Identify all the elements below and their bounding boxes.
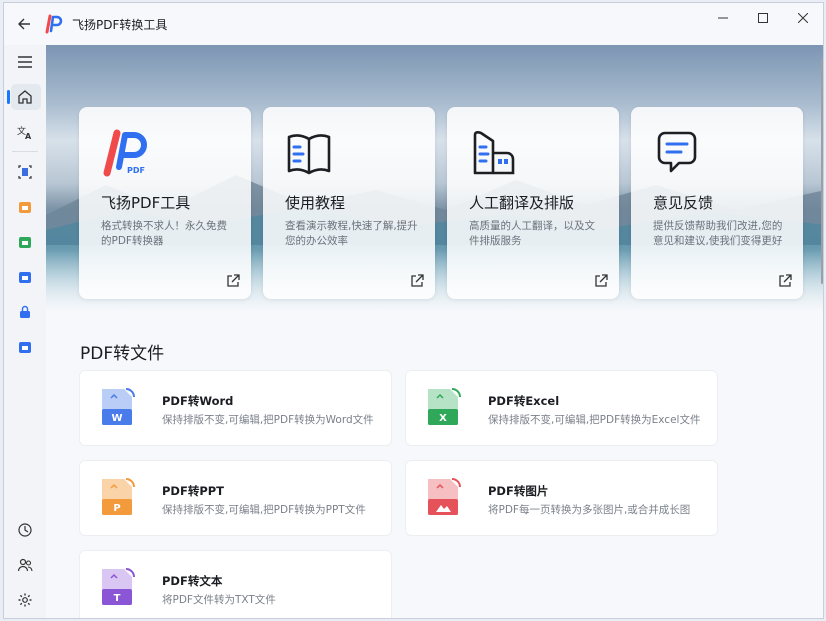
maximize-icon xyxy=(758,13,768,23)
menu-button[interactable] xyxy=(4,47,46,77)
excel-file-icon: X xyxy=(428,388,461,425)
external-link-icon[interactable] xyxy=(225,273,241,289)
card-description: 查看演示教程,快速了解,提升您的办公效率 xyxy=(285,220,418,247)
sidebar-item-tool-orange[interactable] xyxy=(4,192,46,222)
back-button[interactable] xyxy=(4,3,44,45)
translation-service-icon xyxy=(473,131,515,175)
tool-pdf-to-image[interactable]: PDF转图片 将PDF每一页转换为多张图片,或合并成长图 xyxy=(405,460,718,536)
tool-pdf-to-text[interactable]: T PDF转文本 将PDF文件转为TXT文件 xyxy=(79,550,392,618)
sidebar-item-translate[interactable]: 文A xyxy=(4,117,46,147)
card-feiyang-pdf[interactable]: PDF 飞扬PDF工具 格式转换不求人！永久免费的PDF转换器 xyxy=(79,107,251,299)
word-file-icon: W xyxy=(102,388,135,425)
tool-description: 保持排版不变,可编辑,把PDF转换为Excel文件 xyxy=(488,414,701,426)
card-title: 使用教程 xyxy=(285,194,346,212)
tool-name: PDF转文本 xyxy=(162,574,223,588)
blue-folder-icon xyxy=(19,272,31,283)
tool-icon-letter: P xyxy=(113,503,120,514)
tool-description: 将PDF文件转为TXT文件 xyxy=(162,594,276,606)
minimize-icon xyxy=(718,17,728,19)
tool-description: 保持排版不变,可编辑,把PDF转换为Word文件 xyxy=(162,414,374,426)
sidebar-item-history[interactable] xyxy=(4,515,46,545)
section-title: PDF转文件 xyxy=(80,344,165,364)
card-title: 人工翻译及排版 xyxy=(469,194,575,212)
sidebar-item-scan[interactable] xyxy=(4,157,46,187)
svg-text:A: A xyxy=(25,132,32,140)
tool-name: PDF转PPT xyxy=(162,484,225,498)
tool-name: PDF转图片 xyxy=(488,484,549,498)
sidebar-item-tool-green[interactable] xyxy=(4,227,46,257)
card-tutorial[interactable]: 使用教程 查看演示教程,快速了解,提升您的办公效率 xyxy=(263,107,435,299)
maximize-button[interactable] xyxy=(743,3,783,33)
book-icon xyxy=(287,134,331,175)
tool-description: 保持排版不变,可编辑,把PDF转换为PPT文件 xyxy=(162,504,366,516)
settings-icon xyxy=(18,593,32,607)
history-icon xyxy=(18,523,32,537)
card-title: 飞扬PDF工具 xyxy=(101,194,191,212)
tool-pdf-to-word[interactable]: W PDF转Word 保持排版不变,可编辑,把PDF转换为Word文件 xyxy=(79,370,392,446)
card-feedback[interactable]: 意见反馈 提供反馈帮助我们改进,您的意见和建议,使我们变得更好 xyxy=(631,107,803,299)
tool-icon-letter: X xyxy=(439,413,447,424)
main-content: PDF 飞扬PDF工具 格式转换不求人！永久免费的PDF转换器 使用教程 查看演… xyxy=(46,45,823,618)
external-link-icon[interactable] xyxy=(409,273,425,289)
title-bar: 飞扬PDF转换工具 xyxy=(4,3,823,45)
close-icon xyxy=(798,13,808,23)
image-file-icon xyxy=(428,478,461,515)
tool-name: PDF转Excel xyxy=(488,394,560,408)
tool-name: PDF转Word xyxy=(162,394,234,408)
sidebar-item-settings[interactable] xyxy=(4,585,46,615)
card-title: 意见反馈 xyxy=(653,194,714,212)
green-folder-icon xyxy=(19,237,31,248)
sidebar-item-tool-blue[interactable] xyxy=(4,262,46,292)
tool-icon-letter: W xyxy=(111,413,122,424)
svg-text:PDF: PDF xyxy=(127,166,145,175)
text-file-icon: T xyxy=(102,568,135,605)
tool-pdf-to-excel[interactable]: X PDF转Excel 保持排版不变,可编辑,把PDF转换为Excel文件 xyxy=(405,370,718,446)
ppt-file-icon: P xyxy=(102,478,135,515)
app-title: 飞扬PDF转换工具 xyxy=(72,17,168,32)
scrollbar[interactable] xyxy=(821,59,823,284)
blue-folder-2-icon xyxy=(19,342,31,353)
close-button[interactable] xyxy=(783,3,823,33)
menu-icon xyxy=(18,56,32,68)
card-description: 高质量的人工翻译，以及文件排版服务 xyxy=(469,220,595,247)
card-description: 提供反馈帮助我们改进,您的意见和建议,使我们变得更好 xyxy=(653,220,783,247)
translate-icon: 文A xyxy=(17,125,32,140)
sidebar: 文A xyxy=(4,45,46,618)
tool-icon-letter: T xyxy=(114,593,121,604)
minimize-button[interactable] xyxy=(703,3,743,33)
feedback-icon xyxy=(657,131,697,173)
lock-folder-icon xyxy=(20,305,30,318)
home-icon xyxy=(18,90,32,104)
card-translation-service[interactable]: 人工翻译及排版 高质量的人工翻译，以及文件排版服务 xyxy=(447,107,619,299)
card-description: 格式转换不求人！永久免费的PDF转换器 xyxy=(101,220,227,247)
app-logo-icon xyxy=(45,14,63,34)
back-arrow-icon xyxy=(18,18,30,30)
users-icon xyxy=(17,558,33,572)
tool-description: 将PDF每一页转换为多张图片,或合并成长图 xyxy=(488,504,691,516)
app-window: 飞扬PDF转换工具 文A PDF 飞扬PDF工具 格式转换不求人！永久免费的PD… xyxy=(3,2,824,619)
external-link-icon[interactable] xyxy=(593,273,609,289)
orange-folder-icon xyxy=(19,202,31,213)
tool-pdf-to-ppt[interactable]: P PDF转PPT 保持排版不变,可编辑,把PDF转换为PPT文件 xyxy=(79,460,392,536)
sidebar-item-tool-lock[interactable] xyxy=(4,297,46,327)
sidebar-item-tool-blue-2[interactable] xyxy=(4,332,46,362)
sidebar-item-home[interactable] xyxy=(4,82,46,112)
external-link-icon[interactable] xyxy=(777,273,793,289)
sidebar-item-users[interactable] xyxy=(4,550,46,580)
scan-icon xyxy=(18,165,32,179)
brand-logo-icon: PDF xyxy=(103,129,147,177)
